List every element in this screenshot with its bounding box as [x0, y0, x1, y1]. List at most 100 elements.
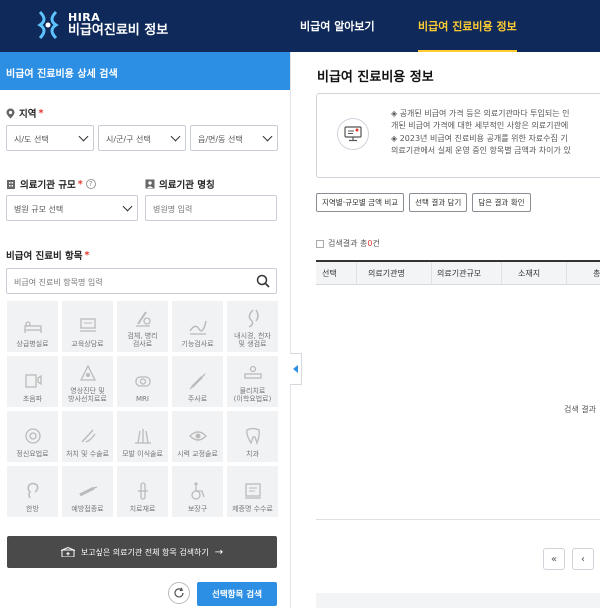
category-label: 물리치료 (이학요법료): [233, 386, 272, 403]
category-hair[interactable]: 모발 이식술료: [117, 411, 168, 462]
search-panel: 비급여 진료비용 상세 검색 지역 * 시/도 선택 시/군/구 선택 읍/면/…: [0, 52, 290, 608]
nav-about[interactable]: 비급여 알아보기: [300, 0, 375, 52]
region-label: 지역 *: [6, 106, 43, 120]
category-endoscopy[interactable]: 내시경, 천자 및 생검료: [227, 301, 278, 352]
category-bed[interactable]: 상급병실료: [7, 301, 58, 352]
ultrasound-icon: [24, 374, 42, 388]
hair-icon: [134, 428, 151, 444]
category-label: MRI: [136, 394, 149, 403]
footer-strip: [316, 593, 600, 608]
sido-select[interactable]: 시/도 선택: [6, 125, 94, 151]
items-label: 비급여 진료비 항목 *: [6, 249, 90, 263]
scale-select[interactable]: 병원 규모 선택: [6, 195, 138, 221]
location-pin-icon: [6, 108, 15, 118]
category-certificate[interactable]: 제증명 수수료: [227, 466, 278, 517]
results-table-header: 선택 의료기관명 의료기관규모 소재지 총: [316, 260, 600, 285]
category-mri[interactable]: MRI: [117, 356, 168, 407]
category-wheelchair[interactable]: 보장구: [172, 466, 223, 517]
category-pathology[interactable]: 검체, 병리 검사료: [117, 301, 168, 352]
tooth-icon: [245, 427, 260, 445]
category-label: 모발 이식술료: [122, 449, 163, 458]
reset-button[interactable]: [168, 582, 190, 604]
compare-button[interactable]: 지역별·규모별 금액 비교: [316, 193, 405, 212]
hospital-name-label: 의료기관 명칭: [145, 177, 215, 191]
category-label: 보장구: [187, 504, 208, 513]
select-all-checkbox[interactable]: [316, 239, 324, 248]
person-card-icon: [145, 179, 155, 189]
site-header: HIRA 비급여진료비 정보 비급여 알아보기 비급여 진료비용 정보: [0, 0, 600, 52]
category-label: 치료재료: [129, 504, 156, 513]
category-injection[interactable]: 주사료: [172, 356, 223, 407]
counseling-icon: [79, 318, 96, 332]
category-label: 기능검사료: [181, 339, 214, 348]
col-hospital-scale: 의료기관규모: [437, 269, 482, 278]
site-logo[interactable]: HIRA 비급여진료비 정보: [36, 10, 168, 40]
hospital-name-input[interactable]: 병원명 입력: [145, 195, 277, 221]
category-eye[interactable]: 시력 교정술료: [172, 411, 223, 462]
empty-results-message: 검색 결과: [564, 405, 596, 414]
category-label: 제증명 수수료: [232, 504, 273, 513]
category-grid: 상급병실료 교육상담료 검체, 병리 검사료 기능검사료 내시경, 천자 및 생검료초음…: [7, 301, 278, 517]
sigungu-select[interactable]: 시/군/구 선택: [98, 125, 186, 151]
vaccine-icon: [78, 486, 97, 497]
notice-text: ◈ 공개된 비급여 가격 등은 의료기관마다 투입되는 인 개된 비급여 가격에…: [391, 109, 571, 156]
category-psychiatry[interactable]: 정신요법료: [7, 411, 58, 462]
result-actions: 지역별·규모별 금액 비교 선택 결과 담기 담은 결과 확인: [316, 193, 531, 212]
pathology-icon: [135, 311, 151, 327]
hospital-icon: [60, 547, 75, 557]
therapy-icon: [243, 365, 262, 379]
category-label: 내시경, 천자 및 생검료: [234, 331, 271, 348]
function-test-icon: [188, 320, 207, 335]
surgery-icon: [80, 429, 96, 443]
category-label: 처치 및 수술료: [65, 449, 110, 458]
view-cart-button[interactable]: 담은 결과 확인: [472, 193, 531, 212]
category-function-test[interactable]: 기능검사료: [172, 301, 223, 352]
category-ultrasound[interactable]: 초음파: [7, 356, 58, 407]
col-location: 소재지: [518, 269, 541, 278]
first-page-button[interactable]: «: [543, 548, 565, 570]
category-label: 치과: [246, 449, 259, 458]
result-count: 검색결과 총 0 건: [316, 238, 380, 249]
category-label: 영상진단 및 방사선치료료: [68, 386, 107, 403]
psychiatry-icon: [24, 428, 41, 444]
hira-logo-icon: [36, 10, 60, 40]
eye-icon: [188, 431, 207, 441]
category-label: 예방접종료: [71, 504, 104, 513]
results-panel: 비급여 진료비용 정보 ◈ 공개된 비급여 가격 등은 의료기관마다 투입되는 …: [291, 52, 600, 608]
ear-icon: [26, 482, 38, 499]
nav-cost-info-label: 비급여 진료비용 정보: [418, 20, 517, 33]
col-hospital-name: 의료기관명: [368, 269, 405, 278]
full-item-search-button[interactable]: 보고싶은 의료기관 전체 항목 검색하기 →: [7, 536, 277, 568]
logo-ko: 비급여진료비 정보: [68, 22, 169, 38]
search-panel-title: 비급여 진료비용 상세 검색: [0, 52, 290, 90]
category-label: 한방: [26, 504, 39, 513]
scale-label: 의료기관 규모 * ?: [6, 177, 96, 191]
search-selected-button[interactable]: 선택항목 검색: [197, 582, 277, 606]
eupmyeon-select[interactable]: 읍/면/동 선택: [190, 125, 278, 151]
category-counseling[interactable]: 교육상담료: [62, 301, 113, 352]
chevron-down-icon: [262, 131, 273, 142]
category-vaccine[interactable]: 예방접종료: [62, 466, 113, 517]
category-tooth[interactable]: 치과: [227, 411, 278, 462]
page-title: 비급여 진료비용 정보: [317, 70, 434, 85]
col-total: 총: [593, 269, 600, 278]
item-search-input[interactable]: 비급여 진료비 항목명 입력: [6, 268, 277, 294]
category-label: 검체, 병리 검사료: [127, 331, 158, 348]
chevron-down-icon: [78, 131, 89, 142]
category-ear[interactable]: 한방: [7, 466, 58, 517]
category-material[interactable]: 치료재료: [117, 466, 168, 517]
category-label: 정신요법료: [16, 449, 49, 458]
nav-cost-info[interactable]: 비급여 진료비용 정보: [418, 0, 517, 52]
bed-icon: [23, 321, 42, 333]
category-surgery[interactable]: 처치 및 수술료: [62, 411, 113, 462]
search-icon[interactable]: [256, 274, 270, 288]
category-therapy[interactable]: 물리치료 (이학요법료): [227, 356, 278, 407]
category-label: 교육상담료: [71, 339, 104, 348]
wheelchair-icon: [190, 482, 205, 500]
category-radiology[interactable]: 영상진단 및 방사선치료료: [62, 356, 113, 407]
add-to-cart-button[interactable]: 선택 결과 담기: [409, 193, 468, 212]
monitor-icon: [337, 118, 369, 150]
category-label: 시력 교정술료: [177, 449, 218, 458]
prev-page-button[interactable]: ‹: [572, 548, 594, 570]
help-icon[interactable]: ?: [85, 179, 96, 189]
